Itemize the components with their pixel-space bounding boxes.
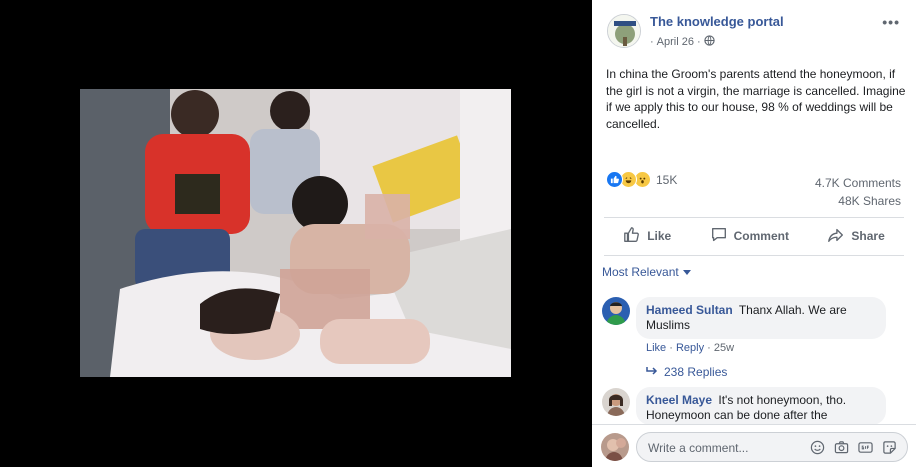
globe-icon bbox=[703, 35, 715, 49]
comment-bubble: Kneel Maye It's not honeymoon, tho. Hone… bbox=[636, 387, 886, 437]
post-meta-separator-2: · bbox=[696, 36, 701, 48]
post-meta-separator: · bbox=[650, 36, 654, 48]
comment-author-link[interactable]: Hameed Sultan bbox=[646, 303, 733, 317]
comment-input[interactable]: Write a comment... bbox=[636, 432, 908, 462]
page-avatar[interactable] bbox=[607, 14, 641, 48]
sticker-icon[interactable] bbox=[881, 439, 897, 455]
replies-count: 238 Replies bbox=[664, 365, 728, 379]
commenter-avatar[interactable] bbox=[602, 297, 630, 325]
like-button[interactable]: Like bbox=[623, 226, 671, 247]
photo-viewer bbox=[0, 0, 592, 467]
comment-like-link[interactable]: Like bbox=[646, 342, 666, 354]
engagement-stats: 4.7K Comments 48K Shares bbox=[815, 174, 901, 210]
caret-down-icon bbox=[682, 265, 691, 279]
comment-filter-dropdown[interactable]: Most Relevant bbox=[602, 265, 691, 279]
comments-count-link[interactable]: 4.7K Comments bbox=[815, 174, 901, 192]
reactions-summary[interactable]: 15K bbox=[606, 171, 677, 188]
like-label: Like bbox=[647, 229, 672, 243]
share-icon bbox=[827, 226, 845, 247]
post-panel: The knowledge portal · April 26 · ••• In… bbox=[592, 0, 916, 467]
post-text: In china the Groom's parents attend the … bbox=[606, 67, 906, 131]
comment-input-placeholder: Write a comment... bbox=[648, 441, 749, 455]
user-avatar[interactable] bbox=[601, 433, 629, 461]
camera-icon[interactable] bbox=[833, 439, 849, 455]
composer-icons bbox=[809, 439, 897, 455]
post-meta: · April 26 · bbox=[650, 35, 715, 49]
like-reaction-icon bbox=[606, 171, 623, 188]
divider bbox=[604, 255, 904, 256]
emoji-icon[interactable] bbox=[809, 439, 825, 455]
comment-label: Comment bbox=[733, 229, 789, 243]
reaction-count: 15K bbox=[656, 172, 678, 187]
more-options-icon[interactable]: ••• bbox=[882, 14, 900, 30]
share-button[interactable]: Share bbox=[827, 226, 885, 247]
comment-filter-label: Most Relevant bbox=[602, 265, 679, 279]
comment-icon bbox=[710, 226, 728, 247]
comment-composer: Write a comment... bbox=[592, 424, 916, 467]
shares-count-link[interactable]: 48K Shares bbox=[815, 192, 901, 210]
comment-button[interactable]: Comment bbox=[710, 226, 789, 247]
page-name-link[interactable]: The knowledge portal bbox=[650, 14, 784, 29]
reply-arrow-icon bbox=[646, 365, 658, 379]
comment-actions: Like · Reply · 25w bbox=[646, 342, 735, 354]
view-replies-link[interactable]: 238 Replies bbox=[646, 365, 727, 379]
share-label: Share bbox=[851, 229, 885, 243]
comment-time[interactable]: 25w bbox=[714, 342, 734, 354]
post-date[interactable]: April 26 bbox=[657, 36, 694, 48]
gif-icon[interactable] bbox=[857, 439, 873, 455]
thumbs-up-icon bbox=[623, 226, 641, 247]
commenter-avatar[interactable] bbox=[602, 388, 630, 416]
post-actions-bar: Like Comment Share bbox=[604, 218, 904, 254]
comment-author-link[interactable]: Kneel Maye bbox=[646, 393, 712, 407]
comment-bubble: Hameed Sultan Thanx Allah. We are Muslim… bbox=[636, 297, 886, 339]
post-photo[interactable] bbox=[80, 89, 511, 377]
comment-reply-link[interactable]: Reply bbox=[676, 342, 704, 354]
